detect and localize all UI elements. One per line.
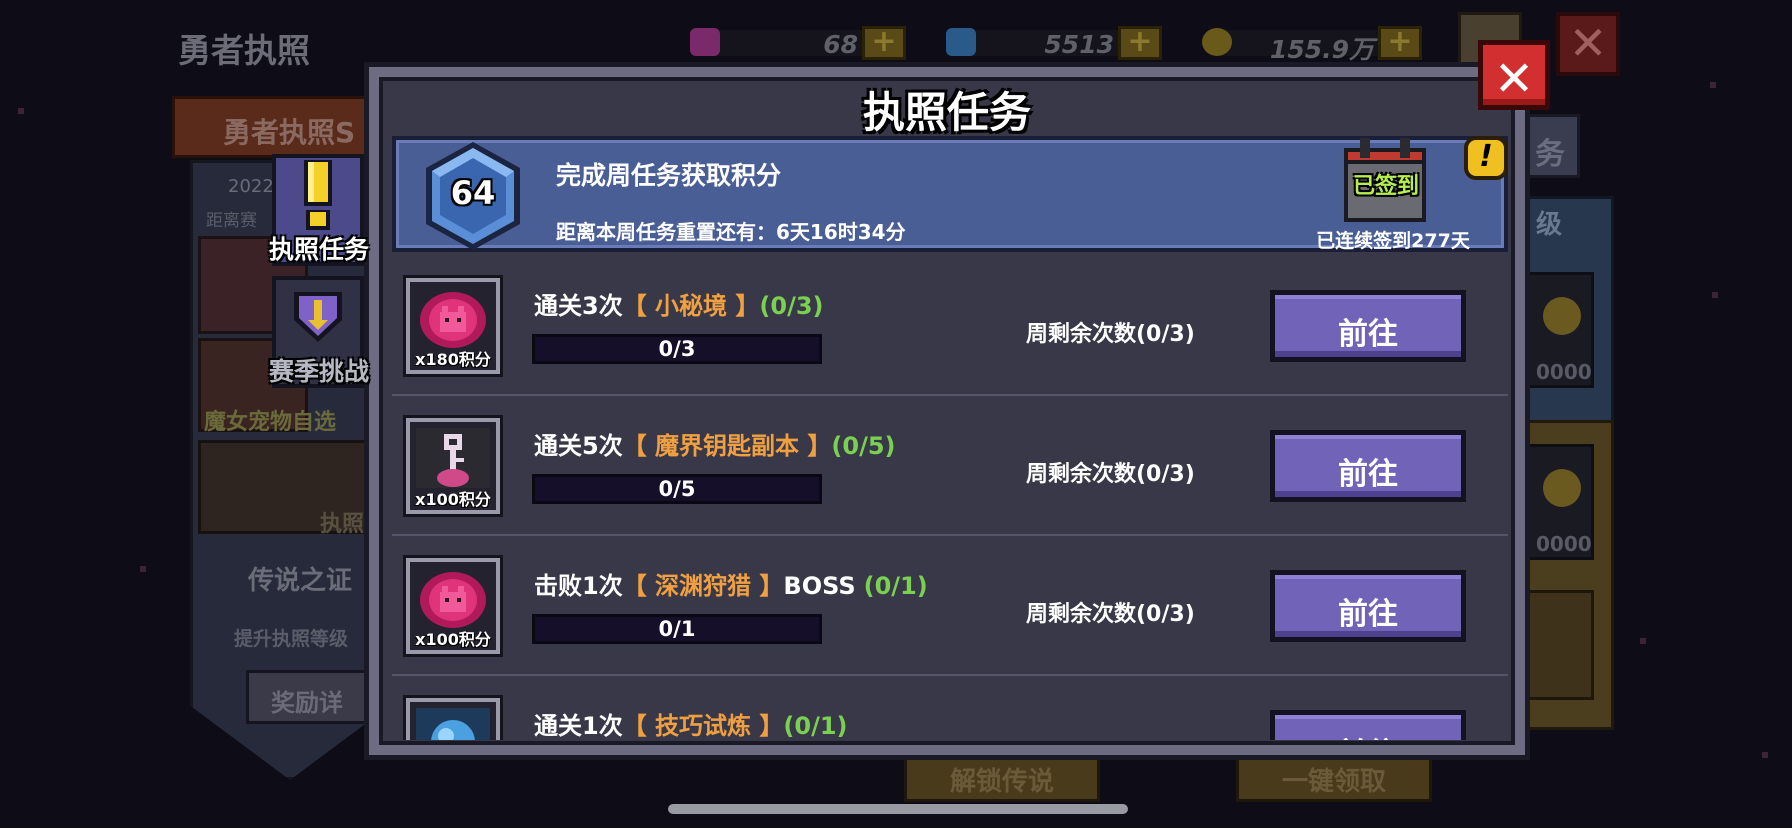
shield-icon bbox=[294, 292, 342, 342]
resource-value: 68 bbox=[823, 30, 858, 59]
resource-blue-gem: 5513 + bbox=[946, 26, 1166, 60]
signed-in-label: 已签到 bbox=[1352, 174, 1419, 199]
go-button-label: 前往 bbox=[1338, 317, 1398, 352]
task-title: 通关3次【 小秘境 】(0/3) bbox=[534, 286, 824, 321]
resource-purple-gem: 68 + bbox=[690, 26, 910, 60]
task-target: 【 小秘境 】 bbox=[622, 292, 760, 320]
tab-label: 执照任务 bbox=[268, 235, 369, 264]
task-row: x100积分 通关5次【 魔界钥匙副本 】(0/5) 0/5 周剩余次数(0/3) 前往 bbox=[392, 396, 1508, 536]
demon-gem-icon: x100积分 bbox=[403, 555, 503, 657]
go-button[interactable]: 前往 bbox=[1270, 570, 1466, 642]
star-dot bbox=[140, 566, 146, 572]
reward-points: x100积分 bbox=[415, 630, 491, 649]
close-icon: ✕ bbox=[1493, 51, 1535, 107]
task-title: 击败1次【 深渊狩猎 】BOSS (0/1) bbox=[534, 566, 928, 601]
resource-value: 5513 bbox=[1044, 30, 1114, 59]
license-label: 执照 bbox=[320, 512, 365, 537]
task-target: 【 技巧试炼 】 bbox=[622, 712, 784, 740]
tab-season-challenge[interactable]: 赛季挑战 bbox=[269, 276, 369, 388]
witch-pet-label: 魔女宠物自选 bbox=[204, 410, 337, 435]
reward-points: x100积分 bbox=[415, 490, 491, 509]
progress-bar: 0/1 bbox=[532, 614, 822, 644]
level-number: 64 bbox=[450, 174, 496, 212]
star-dot bbox=[1640, 638, 1646, 644]
progress-bar: 0/5 bbox=[532, 474, 822, 504]
task-prefix: 通关5次 bbox=[534, 432, 623, 460]
task-progress-label: (0/5) bbox=[831, 432, 896, 460]
screen-title: 勇者执照 bbox=[178, 31, 310, 70]
gold-coin-icon bbox=[1202, 28, 1232, 56]
go-button-label: 前往 bbox=[1338, 457, 1398, 492]
add-gold-button[interactable]: + bbox=[1378, 26, 1422, 60]
task-prefix: 击败1次 bbox=[534, 572, 623, 600]
task-progress-label: (0/1) bbox=[863, 572, 928, 600]
blue-gem-icon bbox=[946, 28, 976, 56]
go-button[interactable]: 前往 bbox=[1270, 430, 1466, 502]
task-prefix: 通关1次 bbox=[534, 712, 623, 740]
raise-level-text: 提升执照等级 bbox=[234, 628, 349, 650]
task-list[interactable]: x180积分 通关3次【 小秘境 】(0/3) 0/3 周剩余次数(0/3) 前往 x10… bbox=[392, 256, 1508, 740]
star-dot bbox=[1710, 82, 1716, 88]
modal-title: 执照任务 bbox=[862, 88, 1031, 137]
exclamation-icon bbox=[304, 160, 332, 230]
reward-details-button[interactable]: 奖励详 bbox=[246, 670, 376, 724]
progress-text: 0/3 bbox=[658, 337, 696, 361]
task-progress-label: (0/3) bbox=[759, 292, 824, 320]
key-icon: x100积分 bbox=[403, 415, 503, 517]
task-progress-label: (0/1) bbox=[783, 712, 848, 740]
purple-gem-icon bbox=[690, 28, 720, 56]
progress-bar: 0/3 bbox=[532, 334, 822, 364]
add-blue-gem-button[interactable]: + bbox=[1118, 26, 1162, 60]
task-row: x100积分 击败1次【 深渊狩猎 】BOSS (0/1) 0/1 周剩余次数(0/3)… bbox=[392, 536, 1508, 676]
go-button[interactable]: 前往 bbox=[1270, 290, 1466, 362]
weekly-remaining: 周剩余次数(0/3) bbox=[1026, 462, 1195, 487]
go-button[interactable]: 前往 bbox=[1270, 710, 1466, 740]
alert-icon[interactable]: ! bbox=[1464, 136, 1508, 180]
progress-text: 0/1 bbox=[658, 617, 696, 641]
coin-icon bbox=[1543, 469, 1581, 507]
info-title: 完成周任务获取积分 bbox=[556, 161, 782, 190]
weekly-remaining: 周剩余次数(0/3) bbox=[1026, 322, 1195, 347]
resource-bar: 68 + 5513 + 155.9万 + bbox=[690, 26, 1430, 64]
legend-proof-title: 传说之证 bbox=[248, 566, 353, 596]
task-row: 通关1次【 技巧试炼 】(0/1) 前往 bbox=[392, 676, 1508, 740]
reset-countdown: 距离本周任务重置还有：6天16时34分 bbox=[556, 220, 906, 244]
task-row: x180积分 通关3次【 小秘境 】(0/3) 0/3 周剩余次数(0/3) 前往 bbox=[392, 256, 1508, 396]
go-button-label: 前往 bbox=[1338, 597, 1398, 632]
crystal-icon bbox=[403, 695, 503, 740]
add-purple-gem-button[interactable]: + bbox=[862, 26, 906, 60]
task-suffix: BOSS bbox=[783, 572, 856, 600]
task-target: 【 深渊狩猎 】 bbox=[622, 572, 784, 600]
task-title: 通关1次【 技巧试炼 】(0/1) bbox=[534, 706, 848, 740]
resource-value: 155.9万 bbox=[1269, 35, 1374, 64]
reward-points: x180积分 bbox=[415, 350, 491, 369]
right-level-label: 级 bbox=[1536, 210, 1563, 240]
task-title: 通关5次【 魔界钥匙副本 】(0/5) bbox=[534, 426, 896, 461]
task-target: 【 魔界钥匙副本 】 bbox=[622, 432, 832, 460]
background-close-button[interactable]: ✕ bbox=[1556, 12, 1620, 76]
home-indicator bbox=[668, 804, 1128, 814]
season-distance: 距离赛 bbox=[206, 211, 257, 231]
close-button[interactable]: ✕ bbox=[1478, 40, 1550, 110]
reward-amount: 0000 bbox=[1536, 532, 1592, 556]
task-prefix: 通关3次 bbox=[534, 292, 623, 320]
star-dot bbox=[18, 108, 24, 114]
reward-amount: 0000 bbox=[1536, 360, 1592, 384]
progress-text: 0/5 bbox=[658, 477, 696, 501]
tab-license-tasks[interactable]: 执照任务 bbox=[269, 154, 369, 266]
weekly-remaining: 周剩余次数(0/3) bbox=[1026, 602, 1195, 627]
tab-label: 赛季挑战 bbox=[268, 357, 369, 386]
season-banner: 勇者执照S bbox=[172, 96, 392, 158]
season-year: 2022 bbox=[228, 176, 274, 197]
star-dot bbox=[1762, 752, 1768, 758]
signin-streak: 已连续签到277天 bbox=[1316, 230, 1470, 252]
go-button-label: 前往 bbox=[1275, 729, 1461, 740]
demon-gem-icon: x180积分 bbox=[403, 275, 503, 377]
coin-icon bbox=[1543, 297, 1581, 335]
star-dot bbox=[1712, 292, 1718, 298]
resource-gold: 155.9万 + bbox=[1202, 26, 1426, 64]
